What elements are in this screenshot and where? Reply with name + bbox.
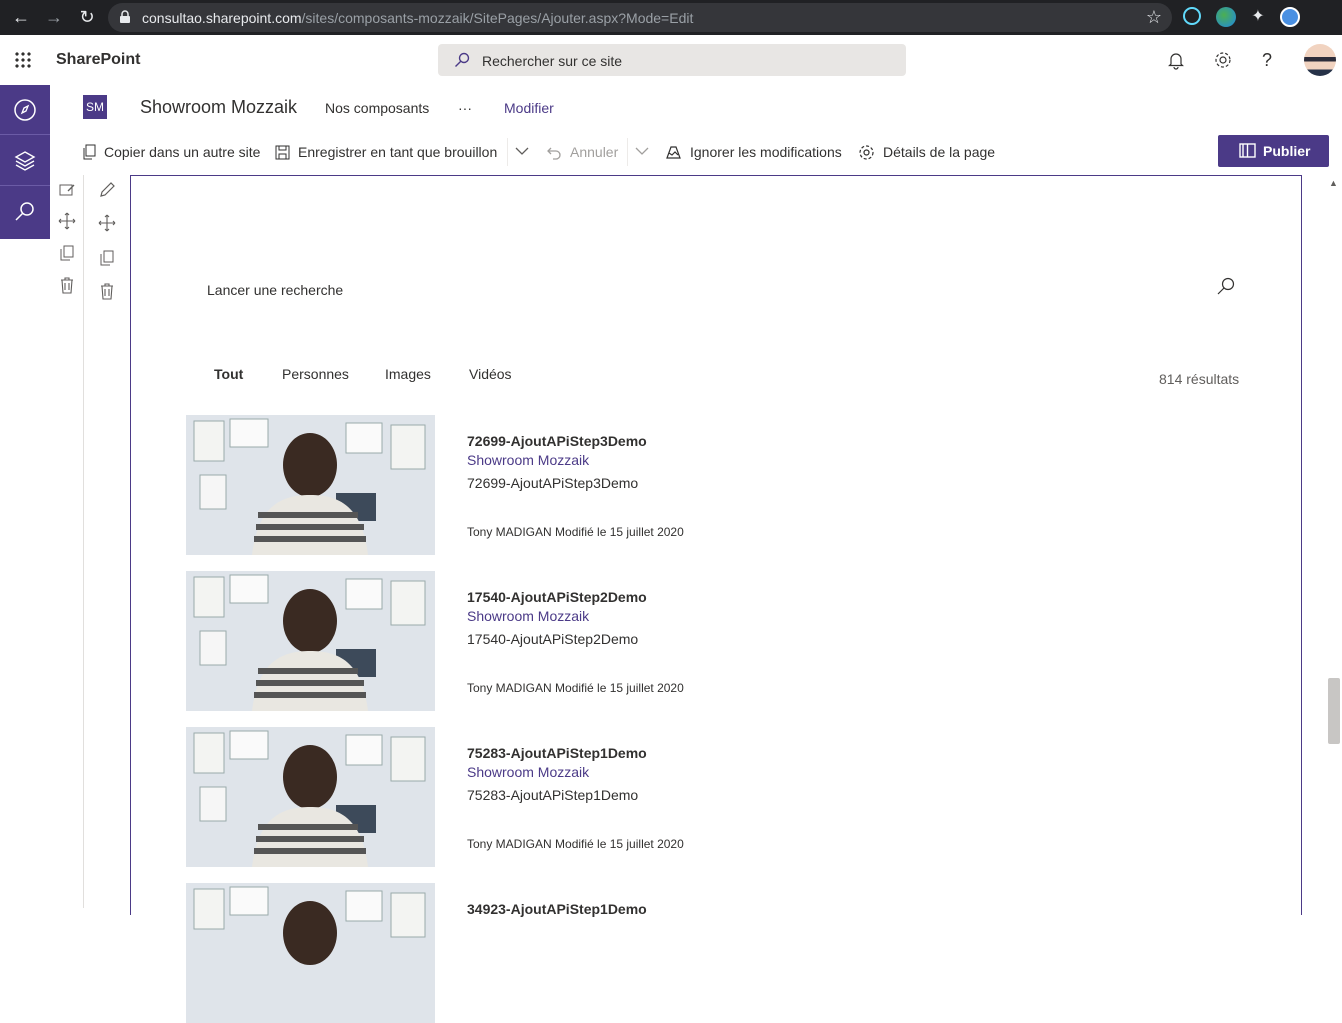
- undo-label: Annuler: [570, 144, 619, 160]
- nav-edit-link[interactable]: Modifier: [504, 100, 554, 116]
- result-meta: Tony MADIGAN Modifié le 15 juillet 2020: [467, 525, 684, 539]
- result-thumbnail[interactable]: [186, 883, 435, 1023]
- gear-icon[interactable]: [1213, 50, 1233, 70]
- result-item[interactable]: 72699-AjoutAPiStep3Demo Showroom Mozzaik…: [186, 415, 1086, 555]
- duplicate-icon[interactable]: [58, 244, 76, 262]
- pencil-icon[interactable]: [98, 181, 116, 199]
- bookmark-star-icon[interactable]: ☆: [1146, 7, 1162, 28]
- save-draft-button[interactable]: Enregistrer en tant que brouillon: [275, 142, 497, 162]
- page-details-button[interactable]: Détails de la page: [858, 142, 995, 162]
- copy-to-site-label: Copier dans un autre site: [104, 144, 261, 160]
- result-site-link[interactable]: Showroom Mozzaik: [467, 452, 589, 468]
- result-thumbnail[interactable]: [186, 415, 435, 555]
- discard-changes-label: Ignorer les modifications: [690, 144, 842, 160]
- section-border: [83, 175, 84, 908]
- site-logo[interactable]: SM: [83, 95, 107, 119]
- discard-icon: [666, 146, 681, 159]
- app-name[interactable]: SharePoint: [56, 51, 140, 69]
- result-description: 72699-AjoutAPiStep3Demo: [467, 475, 639, 491]
- undo-button[interactable]: Annuler: [547, 142, 618, 162]
- puzzle-extensions-icon[interactable]: ✦: [1248, 7, 1268, 27]
- search-placeholder: Rechercher sur ce site: [482, 53, 623, 69]
- result-description: 75283-AjoutAPiStep1Demo: [467, 787, 639, 803]
- suite-bar: SharePoint Rechercher sur ce site ?: [0, 35, 1342, 85]
- publish-button[interactable]: Publier: [1218, 135, 1329, 167]
- chevron-down-icon[interactable]: [515, 146, 529, 156]
- save-draft-label: Enregistrer en tant que brouillon: [298, 144, 498, 160]
- scrollbar-thumb[interactable]: [1328, 678, 1340, 744]
- trash-icon[interactable]: [98, 282, 116, 300]
- result-thumbnail[interactable]: [186, 571, 435, 711]
- discard-changes-button[interactable]: Ignorer les modifications: [665, 142, 842, 162]
- page-scrollbar[interactable]: [1326, 175, 1342, 908]
- move-icon[interactable]: [98, 214, 116, 232]
- result-title[interactable]: 72699-AjoutAPiStep3Demo: [467, 433, 647, 449]
- avatar[interactable]: [1304, 44, 1336, 76]
- divider: [507, 138, 508, 166]
- result-site-link[interactable]: Showroom Mozzaik: [467, 608, 589, 624]
- back-arrow-icon[interactable]: ←: [10, 6, 32, 28]
- result-meta: Tony MADIGAN Modifié le 15 juillet 2020: [467, 837, 684, 851]
- profile-sync-icon[interactable]: [1280, 7, 1300, 27]
- result-site-link[interactable]: Showroom Mozzaik: [467, 764, 589, 780]
- tab-all[interactable]: Tout: [214, 366, 243, 382]
- book-icon: [1239, 143, 1256, 158]
- result-count: 814 résultats: [1159, 371, 1240, 387]
- app-bar: [0, 85, 50, 239]
- globe-extension-icon[interactable]: [1216, 7, 1236, 27]
- gear-icon: [859, 144, 874, 160]
- help-icon[interactable]: ?: [1262, 50, 1282, 70]
- lock-icon: [120, 10, 130, 23]
- divider: [627, 138, 628, 166]
- undo-icon: [547, 147, 561, 160]
- result-item[interactable]: 17540-AjoutAPiStep2Demo Showroom Mozzaik…: [186, 571, 1086, 711]
- chevron-down-icon[interactable]: [635, 146, 649, 156]
- result-title[interactable]: 17540-AjoutAPiStep2Demo: [467, 589, 647, 605]
- copy-icon: [83, 144, 96, 160]
- site-title[interactable]: Showroom Mozzaik: [140, 97, 297, 118]
- page-details-label: Détails de la page: [883, 144, 996, 160]
- result-title[interactable]: 75283-AjoutAPiStep1Demo: [467, 745, 647, 761]
- result-description: 17540-AjoutAPiStep2Demo: [467, 631, 639, 647]
- move-icon[interactable]: [58, 212, 76, 230]
- result-thumbnail[interactable]: [186, 727, 435, 867]
- result-item[interactable]: 75283-AjoutAPiStep1Demo Showroom Mozzaik…: [186, 727, 1086, 867]
- app-launcher-icon[interactable]: [14, 51, 32, 69]
- result-item[interactable]: 34923-AjoutAPiStep1Demo: [186, 883, 1086, 1023]
- site-search-box[interactable]: Rechercher sur ce site: [438, 44, 906, 76]
- result-title[interactable]: 34923-AjoutAPiStep1Demo: [467, 901, 647, 917]
- result-meta: Tony MADIGAN Modifié le 15 juillet 2020: [467, 681, 684, 695]
- nav-more-ellipsis[interactable]: ···: [458, 100, 472, 116]
- search-icon[interactable]: [1216, 277, 1236, 297]
- tab-people[interactable]: Personnes: [282, 366, 349, 382]
- url-text: consultao.sharepoint.com/sites/composant…: [142, 10, 694, 26]
- bell-icon[interactable]: [1166, 50, 1186, 70]
- react-devtools-icon[interactable]: [1183, 7, 1201, 25]
- edit-section-icon[interactable]: [58, 181, 76, 199]
- reload-icon[interactable]: ↻: [76, 6, 98, 28]
- copy-to-site-button[interactable]: Copier dans un autre site: [82, 142, 260, 162]
- forward-arrow-icon[interactable]: →: [43, 6, 65, 28]
- browser-toolbar: ← → ↻ consultao.sharepoint.com/sites/com…: [0, 0, 1342, 35]
- nav-item-composants[interactable]: Nos composants: [325, 100, 429, 116]
- compass-icon[interactable]: [0, 85, 50, 135]
- search-icon: [455, 52, 470, 67]
- scroll-up-arrow-icon[interactable]: ▲: [1329, 178, 1338, 188]
- tab-videos[interactable]: Vidéos: [469, 366, 512, 382]
- trash-icon[interactable]: [58, 276, 76, 294]
- search-icon[interactable]: [0, 187, 50, 237]
- publish-label: Publier: [1263, 143, 1311, 159]
- tab-images[interactable]: Images: [385, 366, 431, 382]
- address-bar[interactable]: consultao.sharepoint.com/sites/composant…: [108, 3, 1172, 32]
- layers-icon[interactable]: [0, 136, 50, 186]
- search-webpart: Lancer une recherche Tout Personnes Imag…: [130, 175, 1302, 1023]
- duplicate-icon[interactable]: [98, 249, 116, 267]
- search-query-input[interactable]: Lancer une recherche: [207, 282, 343, 298]
- save-icon: [275, 145, 290, 159]
